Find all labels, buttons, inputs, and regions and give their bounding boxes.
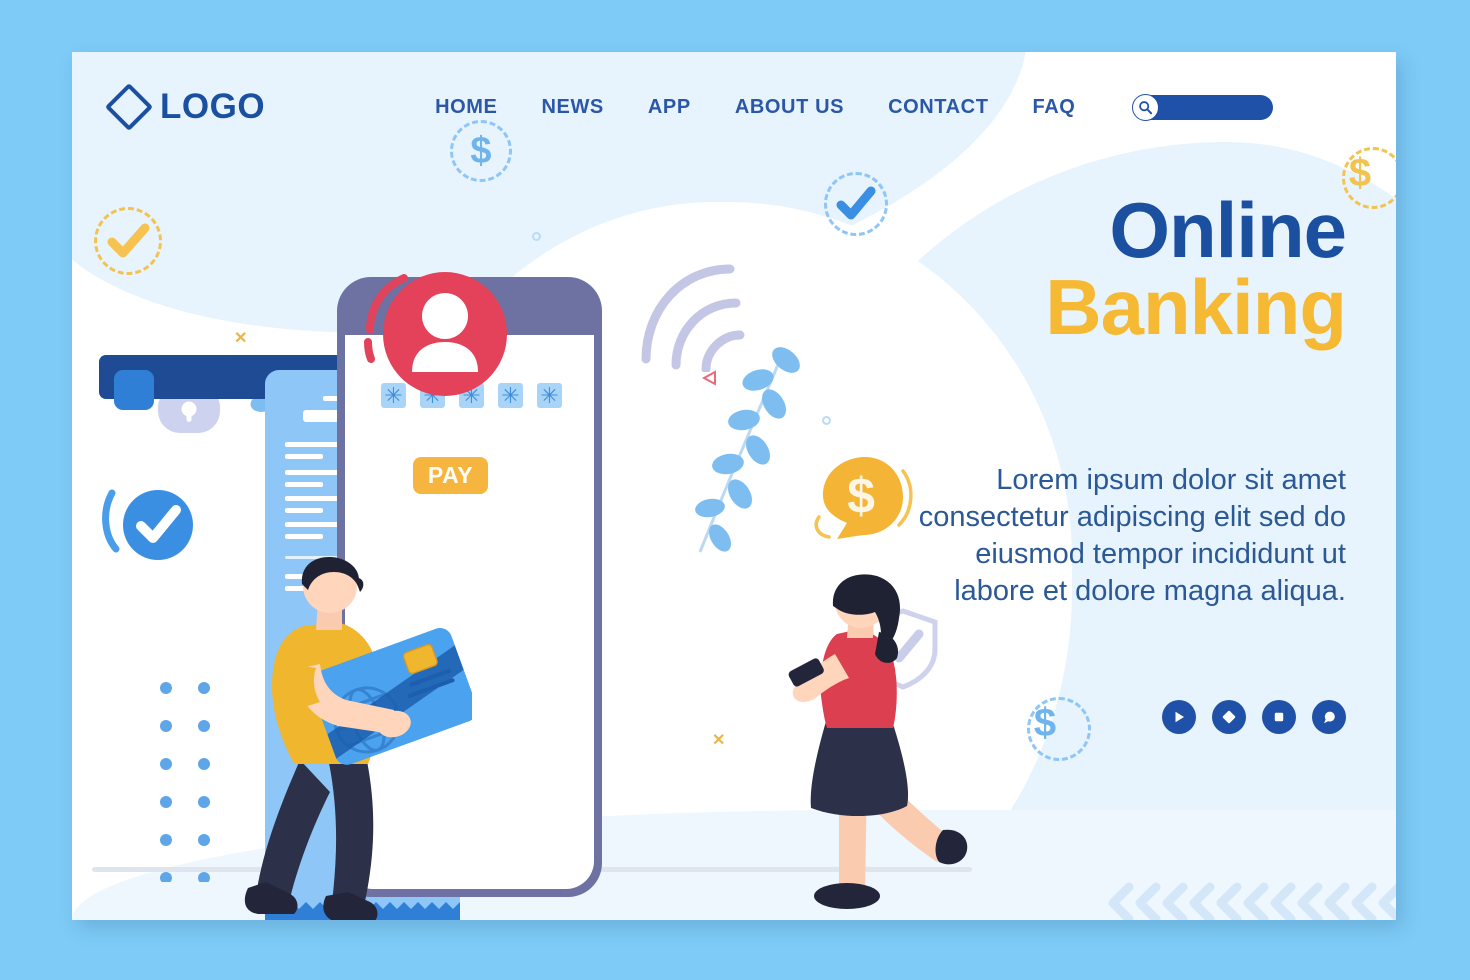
chevron-row-glyph — [1108, 882, 1396, 920]
dot-grid-icon — [160, 682, 220, 887]
dot-grid-glyph — [160, 682, 210, 884]
svg-text:$: $ — [470, 130, 491, 172]
magnifier-glyph — [1139, 100, 1153, 114]
search-icon[interactable] — [1132, 93, 1160, 121]
checkmark-glyph — [836, 186, 876, 220]
social-icon-row — [1162, 700, 1346, 734]
nav-item-about-us[interactable]: ABOUT US — [735, 96, 844, 119]
social-chat-button[interactable] — [1312, 700, 1346, 734]
password-dot: ✳ — [537, 383, 562, 408]
nav-item-home[interactable]: HOME — [435, 96, 497, 119]
small-circle-accent — [822, 416, 831, 425]
page-title-line1: Online — [1109, 186, 1347, 274]
small-triangle-accent — [701, 370, 718, 391]
svg-text:$: $ — [847, 468, 875, 524]
wifi-glyph — [641, 264, 745, 374]
dollar-sign-icon: $ — [470, 130, 491, 172]
wifi-signal-icon — [634, 247, 754, 377]
check-circle-icon — [100, 477, 210, 582]
hero-heading: Online Banking — [906, 186, 1347, 352]
search-bar[interactable] — [1132, 93, 1274, 121]
dollar-coin-glyph: $ — [814, 457, 913, 539]
payment-slot-inner — [114, 370, 154, 410]
check-dashed-circle-icon — [94, 207, 162, 275]
nav-item-contact[interactable]: CONTACT — [888, 96, 988, 119]
nav-item-news[interactable]: NEWS — [541, 96, 603, 119]
check-circle-glyph — [102, 489, 193, 560]
small-x-accent: ✕ — [234, 330, 248, 347]
user-avatar-icon — [362, 264, 522, 419]
page-title-line2: Banking — [1045, 263, 1347, 352]
navigation-bar: LOGO $ HOME NEWS APP ABOUT US CONTACT FA… — [72, 52, 1396, 182]
receipt-line — [285, 482, 323, 487]
woman-illustration — [788, 574, 968, 909]
social-play-button[interactable] — [1162, 700, 1196, 734]
social-diamond-button[interactable] — [1212, 700, 1246, 734]
square-icon — [1274, 712, 1284, 722]
diamond-icon — [1222, 710, 1236, 724]
svg-text:$: $ — [1034, 701, 1056, 745]
nav-links: HOME NEWS APP ABOUT US CONTACT FAQ — [435, 96, 1075, 119]
logo[interactable]: LOGO — [104, 82, 266, 132]
hero-paragraph: Lorem ipsum dolor sit amet consectetur a… — [918, 464, 1346, 608]
chevron-row-icon — [1107, 877, 1396, 920]
dollar-dashed-circle-icon: $ — [450, 120, 512, 182]
small-circle-accent — [532, 232, 541, 241]
nav-item-app[interactable]: APP — [648, 96, 691, 119]
nav-item-faq[interactable]: FAQ — [1033, 96, 1076, 119]
receipt-line — [285, 508, 323, 513]
pay-button[interactable]: PAY — [413, 457, 488, 494]
receipt-line — [285, 454, 323, 459]
dollar-coin-icon: $ — [807, 447, 917, 562]
logo-text: LOGO — [160, 87, 266, 126]
landing-page-card: LOGO $ HOME NEWS APP ABOUT US CONTACT FA… — [72, 52, 1396, 920]
man-holding-credit-card — [242, 552, 478, 920]
checkmark-glyph — [107, 223, 150, 258]
play-icon — [1175, 711, 1184, 723]
dollar-dashed-circle-icon: $ — [1027, 697, 1091, 761]
social-square-button[interactable] — [1262, 700, 1296, 734]
leaf-branch-icon — [662, 342, 822, 577]
check-dashed-circle-icon — [824, 172, 888, 236]
chat-bubble-icon — [1323, 711, 1335, 723]
man-illustration — [244, 557, 478, 920]
dollar-sign-icon: $ — [1034, 701, 1056, 745]
small-x-accent: ✕ — [712, 732, 726, 749]
receipt-line — [285, 534, 323, 539]
avatar-glyph — [364, 272, 507, 396]
woman-with-phone — [787, 572, 977, 920]
diamond-icon — [104, 82, 154, 132]
